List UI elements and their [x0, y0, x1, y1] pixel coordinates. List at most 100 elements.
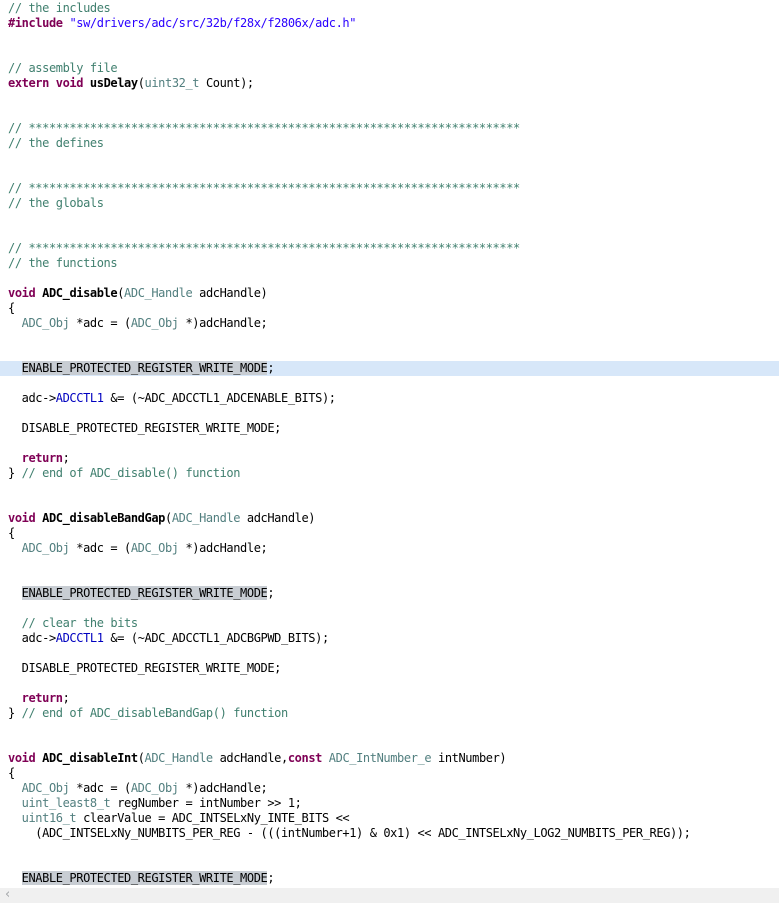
scroll-left-icon[interactable]: ‹	[5, 888, 10, 903]
code-token: ;	[62, 451, 70, 465]
code-token: uint32_t	[144, 76, 200, 90]
code-line: #include "sw/drivers/adc/src/32b/f28x/f2…	[0, 16, 779, 31]
code-token: }	[8, 706, 22, 720]
horizontal-scrollbar[interactable]: ‹	[0, 888, 779, 903]
code-token: *)adcHandle;	[178, 316, 268, 330]
code-line: // the globals	[0, 196, 779, 211]
code-line: ADC_Obj *adc = (ADC_Obj *)adcHandle;	[0, 316, 779, 331]
code-line: uint16_t clearValue = ADC_INTSELxNy_INTE…	[0, 811, 779, 826]
code-token: void	[8, 511, 36, 525]
code-token: &= (~ADC_ADCCTL1_ADCENABLE_BITS);	[103, 391, 336, 405]
code-token: #include	[8, 16, 63, 30]
code-line: ENABLE_PROTECTED_REGISTER_WRITE_MODE;	[0, 586, 779, 601]
occurrence-highlight: ENABLE_PROTECTED_REGISTER_WRITE_MODE	[21, 586, 268, 600]
code-line: {	[0, 766, 779, 781]
code-editor-window: // the includes #include "sw/drivers/adc/…	[0, 0, 779, 903]
code-token: adcHandle)	[240, 511, 316, 525]
code-token: // *************************************…	[8, 121, 520, 135]
code-token: *)adcHandle;	[178, 781, 268, 795]
code-token: (	[164, 511, 172, 525]
code-line: } // end of ADC_disableBandGap() functio…	[0, 706, 779, 721]
code-line: // *************************************…	[0, 121, 779, 136]
code-token: ADC_disableBandGap	[42, 511, 165, 525]
code-line: ADC_Obj *adc = (ADC_Obj *)adcHandle;	[0, 541, 779, 556]
code-token: *)adcHandle;	[178, 541, 268, 555]
code-line: adc->ADCCTL1 &= (~ADC_ADCCTL1_ADCBGPWD_B…	[0, 631, 779, 646]
code-token: {	[8, 526, 15, 540]
code-token: adcHandle,	[212, 751, 289, 765]
code-token: *adc = (	[69, 781, 131, 795]
code-token: usDelay	[89, 76, 138, 90]
code-token: *adc = (	[69, 316, 131, 330]
code-token: // the globals	[8, 196, 104, 210]
code-token: void	[8, 751, 36, 765]
code-token: (ADC_INTSELxNy_NUMBITS_PER_REG - (((intN…	[8, 826, 691, 840]
code-line: // the defines	[0, 136, 779, 151]
code-token: ADC_IntNumber_e	[328, 751, 432, 765]
code-line: // assembly file	[0, 61, 779, 76]
code-token: (	[137, 751, 145, 765]
code-token: adc->	[8, 631, 57, 645]
code-token: return	[21, 451, 63, 465]
code-token: void	[55, 76, 84, 90]
code-line: // *************************************…	[0, 241, 779, 256]
code-line: // the includes	[0, 1, 779, 16]
code-token: }	[8, 466, 22, 480]
code-line: void ADC_disable(ADC_Handle adcHandle)	[0, 286, 779, 301]
code-token: // the includes	[8, 1, 111, 15]
code-token: uint_least8_t	[21, 796, 111, 810]
code-token: ;	[267, 586, 275, 600]
code-line: {	[0, 526, 779, 541]
code-line: void ADC_disableInt(ADC_Handle adcHandle…	[0, 751, 779, 766]
code-token: ADC_Handle	[124, 286, 193, 300]
code-token: // the functions	[8, 256, 118, 270]
code-line: DISABLE_PROTECTED_REGISTER_WRITE_MODE;	[0, 421, 779, 436]
code-token: ADC_disableInt	[42, 751, 138, 765]
code-token: ;	[267, 361, 275, 375]
code-token: ADC_Obj	[21, 541, 70, 555]
code-line: // the functions	[0, 256, 779, 271]
code-token: "sw/drivers/adc/src/32b/f28x/f2806x/adc.…	[69, 16, 357, 30]
code-token: {	[8, 766, 15, 780]
code-line: (ADC_INTSELxNy_NUMBITS_PER_REG - (((intN…	[0, 826, 779, 841]
code-token: // assembly file	[8, 61, 118, 75]
code-token: ;	[267, 871, 275, 885]
code-token: ADC_disable	[42, 286, 118, 300]
code-token: ADCCTL1	[55, 391, 104, 405]
code-token: ADC_Obj	[21, 316, 70, 330]
code-editor[interactable]: // the includes #include "sw/drivers/adc/…	[0, 0, 779, 888]
code-token: void	[8, 286, 36, 300]
code-line: ENABLE_PROTECTED_REGISTER_WRITE_MODE;	[0, 871, 779, 886]
code-token: DISABLE_PROTECTED_REGISTER_WRITE_MODE;	[8, 421, 282, 435]
occurrence-highlight: ENABLE_PROTECTED_REGISTER_WRITE_MODE	[21, 361, 268, 375]
code-token: (	[137, 76, 145, 90]
code-token: adcHandle)	[192, 286, 268, 300]
code-token: ADC_Handle	[171, 511, 241, 525]
